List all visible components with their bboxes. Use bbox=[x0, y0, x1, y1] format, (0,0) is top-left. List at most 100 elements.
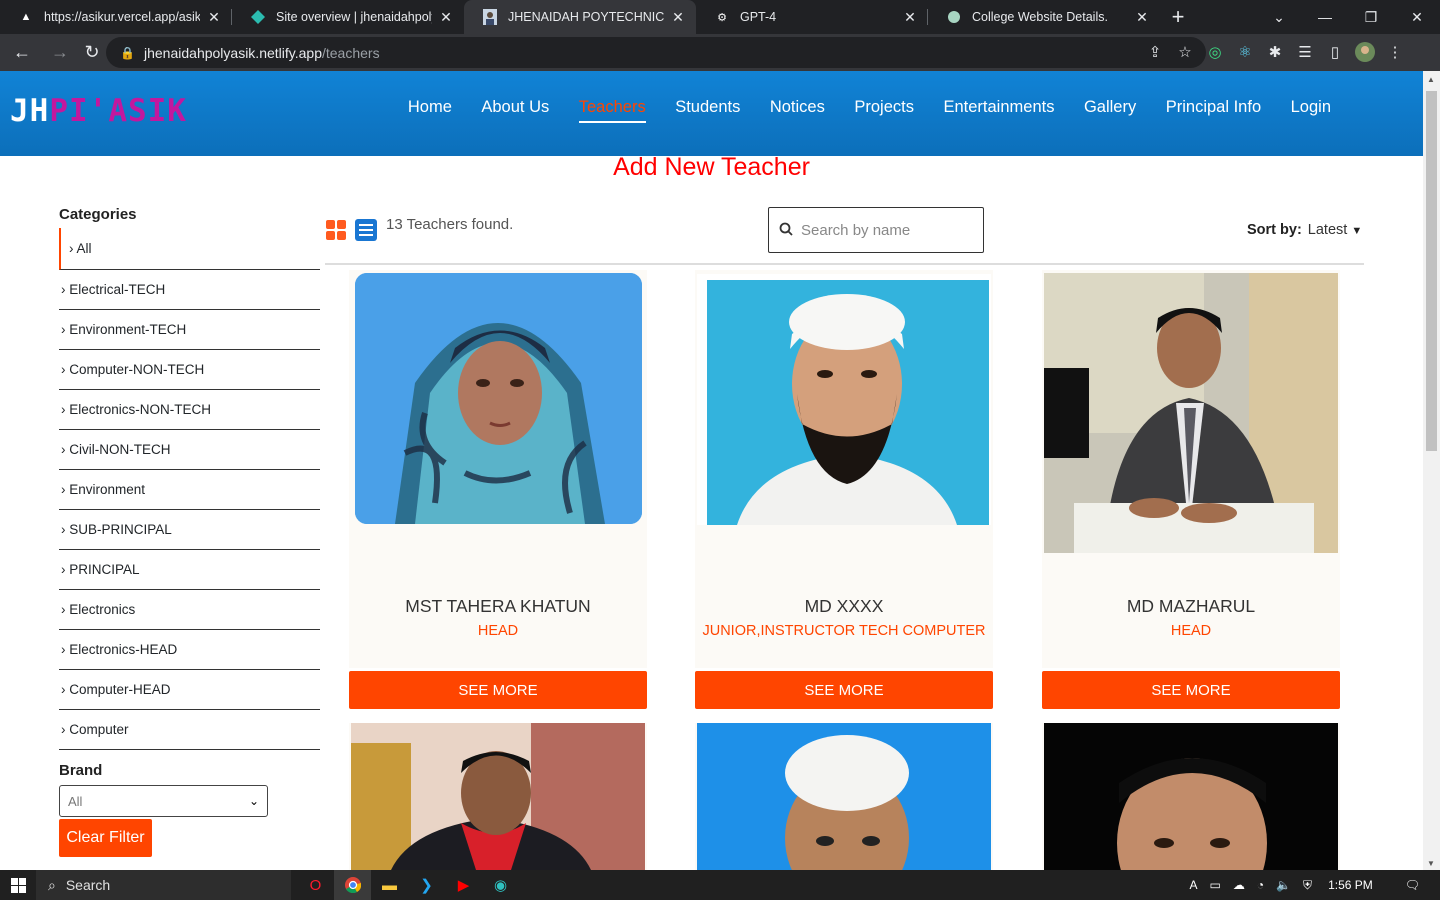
list-view-icon[interactable] bbox=[355, 219, 377, 241]
search-input[interactable]: Search by name bbox=[768, 207, 984, 253]
close-window-icon[interactable]: ✕ bbox=[1394, 0, 1440, 34]
page-scrollbar[interactable]: ▲ ▼ bbox=[1423, 71, 1440, 870]
opera-icon[interactable]: O bbox=[297, 870, 334, 900]
close-tab-icon[interactable]: ✕ bbox=[1134, 9, 1150, 26]
extension-green-icon[interactable]: ◎ bbox=[1200, 37, 1230, 67]
nav-teachers[interactable]: Teachers bbox=[578, 98, 646, 123]
filter-sidebar: Categories › All › Electrical-TECH › Env… bbox=[59, 206, 320, 857]
teacher-photo[interactable] bbox=[697, 723, 991, 870]
close-tab-icon[interactable]: ✕ bbox=[206, 9, 222, 26]
teacher-role: HEAD bbox=[1170, 623, 1212, 639]
browser-tab-3[interactable]: JHENAIDAH POYTECHNIC INST ✕ bbox=[464, 0, 696, 34]
page-title[interactable]: Add New Teacher bbox=[0, 153, 1423, 182]
vercel-icon: ▲ bbox=[20, 11, 32, 23]
category-item[interactable]: › SUB-PRINCIPAL bbox=[59, 510, 320, 550]
wifi-icon[interactable]: ◔ bbox=[1257, 878, 1264, 892]
browser-tab-4[interactable]: ⚙ GPT-4 ✕ bbox=[696, 0, 928, 34]
nav-login[interactable]: Login bbox=[1291, 98, 1331, 123]
category-item[interactable]: › Electronics bbox=[59, 590, 320, 630]
close-tab-icon[interactable]: ✕ bbox=[670, 9, 686, 26]
browser-tab-5[interactable]: College Website Details. ✕ bbox=[928, 0, 1160, 34]
close-tab-icon[interactable]: ✕ bbox=[902, 9, 918, 26]
youtube-icon[interactable]: ▶ bbox=[445, 870, 482, 900]
teacher-photo[interactable] bbox=[351, 723, 645, 870]
extensions-puzzle-icon[interactable]: ✱ bbox=[1260, 37, 1290, 67]
restore-icon[interactable]: ❐ bbox=[1348, 0, 1394, 34]
vscode-icon[interactable]: ❯ bbox=[408, 870, 445, 900]
browser-toolbar: ← → ↻ 🔒 jhenaidahpolyasik.netlify.app/te… bbox=[0, 34, 1440, 71]
address-bar[interactable]: 🔒 jhenaidahpolyasik.netlify.app/teachers bbox=[106, 37, 1206, 68]
forward-icon[interactable]: → bbox=[44, 37, 76, 69]
teacher-photo[interactable] bbox=[355, 273, 642, 524]
nav-home[interactable]: Home bbox=[408, 98, 452, 123]
site-logo[interactable]: JHPI'ASIK bbox=[10, 93, 187, 129]
scrollbar-thumb[interactable] bbox=[1426, 91, 1437, 451]
lock-icon: 🔒 bbox=[120, 45, 135, 60]
language-icon[interactable]: A bbox=[1189, 878, 1197, 892]
file-explorer-icon[interactable]: ▬ bbox=[371, 870, 408, 900]
search-placeholder: Search by name bbox=[801, 221, 911, 239]
chrome-icon[interactable] bbox=[334, 870, 371, 900]
onedrive-icon[interactable]: ☁ bbox=[1233, 878, 1245, 892]
category-item[interactable]: › Environment bbox=[59, 470, 320, 510]
nav-notices[interactable]: Notices bbox=[770, 98, 825, 123]
nav-projects[interactable]: Projects bbox=[854, 98, 914, 123]
browser-tab-2[interactable]: Site overview | jhenaidahpolyasi ✕ bbox=[232, 0, 464, 34]
teacher-photo[interactable] bbox=[1044, 723, 1338, 870]
openai-icon: ⚙ bbox=[717, 11, 727, 24]
teacher-photo[interactable] bbox=[697, 274, 991, 525]
tab-search-icon[interactable]: ⌄ bbox=[1256, 0, 1302, 34]
clock[interactable]: 1:56 PM bbox=[1328, 878, 1373, 892]
see-more-button[interactable]: SEE MORE bbox=[349, 671, 647, 709]
close-tab-icon[interactable]: ✕ bbox=[438, 9, 454, 26]
security-icon[interactable]: ⛨ bbox=[1303, 878, 1312, 893]
reading-list-icon[interactable]: ☰ bbox=[1290, 37, 1320, 67]
notifications-icon[interactable]: 🗨 bbox=[1405, 878, 1420, 892]
nav-entertainments[interactable]: Entertainments bbox=[943, 98, 1054, 123]
teacher-card bbox=[349, 723, 647, 870]
brand-select-value: All bbox=[68, 793, 83, 809]
browser-tab-1[interactable]: ▲ https://asikur.vercel.app/asikur/... ✕ bbox=[0, 0, 232, 34]
category-item[interactable]: › Environment-TECH bbox=[59, 310, 320, 350]
scroll-up-icon[interactable]: ▲ bbox=[1427, 75, 1435, 84]
chrome-menu-icon[interactable]: ⋮ bbox=[1380, 37, 1410, 67]
bookmark-star-icon[interactable]: ☆ bbox=[1170, 37, 1200, 67]
category-item[interactable]: › Electronics-NON-TECH bbox=[59, 390, 320, 430]
volume-icon[interactable]: 🔈 bbox=[1276, 878, 1291, 892]
nav-principal-info[interactable]: Principal Info bbox=[1166, 98, 1261, 123]
side-panel-icon[interactable]: ▯ bbox=[1320, 37, 1350, 67]
new-tab-button[interactable]: + bbox=[1160, 0, 1196, 34]
search-icon bbox=[779, 222, 793, 239]
windows-start-icon[interactable] bbox=[0, 870, 36, 900]
see-more-button[interactable]: SEE MORE bbox=[1042, 671, 1340, 709]
see-more-button[interactable]: SEE MORE bbox=[695, 671, 993, 709]
nav-students[interactable]: Students bbox=[675, 98, 740, 123]
react-devtools-icon[interactable]: ⚛ bbox=[1230, 37, 1260, 67]
category-item[interactable]: › Civil-NON-TECH bbox=[59, 430, 320, 470]
profile-avatar[interactable] bbox=[1350, 37, 1380, 67]
network-display-icon[interactable]: ▭ bbox=[1210, 878, 1221, 892]
category-item[interactable]: › Computer-HEAD bbox=[59, 670, 320, 710]
brand-select[interactable]: All ⌄ bbox=[59, 785, 268, 817]
sort-label: Sort by: bbox=[1247, 222, 1302, 238]
category-item[interactable]: › PRINCIPAL bbox=[59, 550, 320, 590]
teacher-name: MD XXXX bbox=[804, 596, 884, 616]
teacher-photo[interactable] bbox=[1044, 273, 1338, 553]
minimize-icon[interactable]: — bbox=[1302, 0, 1348, 34]
sort-control[interactable]: Sort by: Latest ▼ bbox=[1247, 222, 1362, 238]
category-item[interactable]: › Electrical-TECH bbox=[59, 270, 320, 310]
clear-filter-button[interactable]: Clear Filter bbox=[59, 819, 152, 857]
edge-icon[interactable]: ◉ bbox=[482, 870, 519, 900]
nav-about-us[interactable]: About Us bbox=[481, 98, 549, 123]
back-icon[interactable]: ← bbox=[6, 37, 38, 69]
grid-view-icon[interactable] bbox=[326, 220, 346, 240]
taskbar-search[interactable]: ⌕ Search bbox=[36, 870, 291, 900]
reload-icon[interactable]: ↻ bbox=[76, 37, 108, 69]
category-item[interactable]: › Computer-NON-TECH bbox=[59, 350, 320, 390]
category-item[interactable]: › Electronics-HEAD bbox=[59, 630, 320, 670]
share-icon[interactable]: ⇪ bbox=[1140, 37, 1170, 67]
nav-gallery[interactable]: Gallery bbox=[1084, 98, 1136, 123]
category-all[interactable]: › All bbox=[59, 228, 320, 270]
scroll-down-icon[interactable]: ▼ bbox=[1427, 859, 1435, 868]
category-item[interactable]: › Computer bbox=[59, 710, 320, 750]
